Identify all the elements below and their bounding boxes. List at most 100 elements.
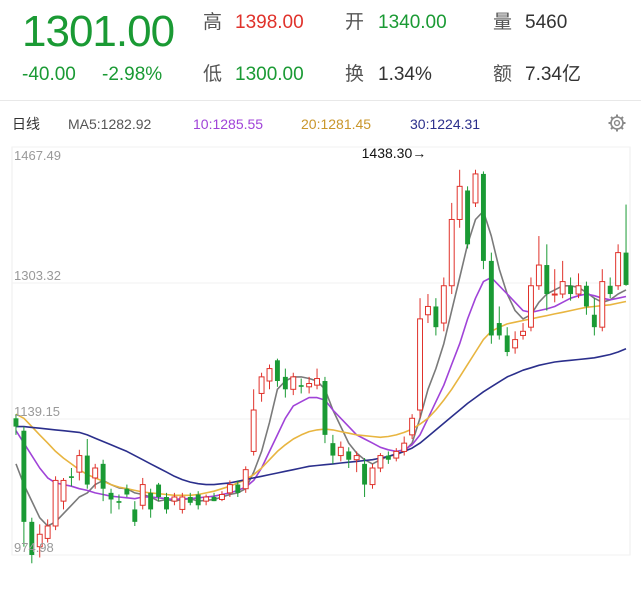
candle-up bbox=[440, 277, 447, 332]
candle-body bbox=[369, 467, 376, 486]
candle-body bbox=[306, 383, 313, 388]
candle-body bbox=[528, 285, 534, 328]
candle-body bbox=[330, 443, 336, 456]
candle-body bbox=[353, 455, 360, 461]
candle-down bbox=[84, 439, 90, 489]
y-tick-label: 1467.49 bbox=[14, 148, 61, 163]
candle-body bbox=[322, 381, 328, 435]
candle-up bbox=[52, 476, 59, 531]
candle-up bbox=[258, 372, 265, 402]
candle-down bbox=[544, 244, 550, 311]
candle-up bbox=[266, 364, 273, 390]
ma10-line bbox=[15, 276, 627, 501]
candle-body bbox=[377, 455, 384, 469]
candle-body bbox=[290, 376, 297, 390]
candle-down bbox=[124, 484, 130, 497]
candle-body bbox=[401, 442, 408, 452]
candle-body bbox=[52, 479, 59, 527]
candle-body bbox=[465, 190, 471, 245]
candle-body bbox=[100, 463, 106, 489]
candle-body bbox=[148, 492, 154, 510]
candle-body bbox=[139, 484, 146, 506]
candle-body bbox=[13, 418, 19, 427]
candle-down bbox=[583, 281, 589, 315]
ma5-line bbox=[15, 210, 627, 527]
candle-up bbox=[139, 477, 146, 510]
candle-down bbox=[480, 171, 486, 270]
candle-body bbox=[44, 525, 51, 539]
candle-body bbox=[68, 476, 74, 478]
candle-up bbox=[448, 202, 455, 295]
candle-body bbox=[607, 285, 613, 295]
candle-up bbox=[60, 477, 67, 510]
candle-body bbox=[535, 264, 542, 287]
candle-up bbox=[369, 463, 376, 489]
candle-down bbox=[108, 488, 114, 514]
candle-up bbox=[599, 269, 606, 332]
candle-down bbox=[132, 501, 138, 526]
candle-body bbox=[488, 260, 494, 336]
candle-body bbox=[559, 281, 566, 295]
candle-up bbox=[92, 463, 99, 489]
candle-down bbox=[298, 378, 304, 394]
candle-up bbox=[219, 491, 225, 502]
candle-up bbox=[377, 453, 384, 473]
candle-down bbox=[362, 458, 368, 497]
candle-body bbox=[274, 360, 280, 382]
candle-down bbox=[322, 376, 328, 444]
candle-body bbox=[219, 494, 225, 500]
candle-body bbox=[544, 265, 550, 295]
candle-body bbox=[282, 376, 288, 390]
candle-body bbox=[171, 496, 178, 502]
candle-body bbox=[591, 314, 597, 328]
candle-up bbox=[512, 331, 519, 354]
candle-body bbox=[211, 496, 217, 502]
candle-down bbox=[607, 277, 613, 299]
candle-body bbox=[84, 455, 90, 485]
candle-body bbox=[124, 488, 130, 495]
candle-up bbox=[290, 372, 297, 396]
candle-up bbox=[520, 323, 526, 340]
candle-body bbox=[76, 455, 83, 473]
candle-body bbox=[108, 492, 114, 500]
candle-body bbox=[266, 368, 273, 382]
candle-down bbox=[623, 204, 629, 286]
candle-body bbox=[235, 484, 241, 493]
candle-down bbox=[488, 252, 494, 344]
candle-body bbox=[512, 339, 519, 349]
candle-body bbox=[599, 281, 606, 328]
candle-body bbox=[298, 385, 304, 387]
candle-up bbox=[409, 414, 416, 440]
candle-body bbox=[568, 285, 574, 295]
candle-body bbox=[425, 305, 431, 316]
candle-body bbox=[156, 484, 162, 497]
candle-up bbox=[393, 448, 400, 462]
candle-up bbox=[314, 368, 320, 390]
y-tick-label: 1303.32 bbox=[14, 268, 61, 283]
candle-up bbox=[528, 277, 534, 332]
y-tick-label: 974.98 bbox=[14, 540, 54, 555]
candle-up bbox=[559, 260, 566, 299]
candle-down bbox=[148, 488, 154, 518]
candle-body bbox=[623, 252, 629, 285]
candle-body bbox=[164, 496, 169, 510]
y-tick-label: 1139.15 bbox=[14, 404, 60, 419]
candle-body bbox=[187, 496, 193, 503]
candle-body bbox=[433, 306, 439, 328]
candle-body bbox=[362, 463, 368, 485]
candle-body bbox=[314, 378, 320, 386]
candle-down bbox=[346, 447, 352, 469]
candle-body bbox=[440, 285, 447, 324]
candle-up bbox=[242, 466, 249, 493]
candlestick-chart[interactable]: 1467.49 1303.32 1139.15 974.98 1438.30→ bbox=[0, 0, 641, 610]
candle-body bbox=[337, 446, 344, 457]
candle-body bbox=[250, 409, 257, 452]
candle-down bbox=[274, 358, 280, 387]
high-annotation: 1438.30→ bbox=[362, 145, 427, 161]
candle-down bbox=[211, 492, 217, 502]
candle-body bbox=[480, 173, 486, 261]
candle-up bbox=[575, 273, 582, 299]
candle-body bbox=[456, 185, 463, 220]
candle-up bbox=[337, 441, 344, 462]
candle-body bbox=[575, 285, 582, 295]
